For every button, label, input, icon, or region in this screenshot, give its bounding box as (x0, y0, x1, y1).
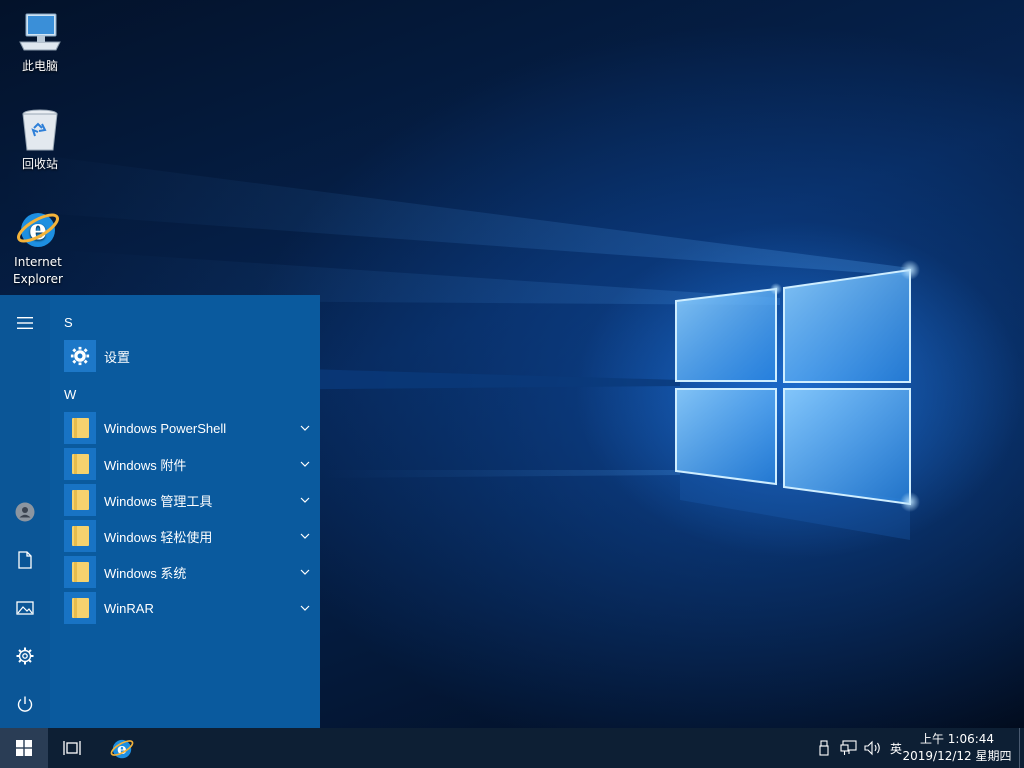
app-item-windows-admin-tools[interactable]: Windows 管理工具 (64, 483, 314, 517)
folder-icon (71, 454, 89, 474)
folder-icon (71, 490, 89, 510)
taskbar-clock[interactable]: 上午 1:06:44 2019/12/12 星期四 (902, 731, 1012, 765)
folder-tile (64, 556, 96, 588)
volume-icon (864, 740, 880, 756)
app-item-settings[interactable]: 设置 (64, 339, 314, 373)
start-menu: S 设置 W Windows PowerShell Windows 附件 Win… (0, 295, 320, 728)
settings-gear-icon (70, 346, 90, 366)
app-item-label: Windows PowerShell (104, 420, 227, 436)
ime-label: 英 (889, 741, 902, 756)
group-header-s[interactable]: S (64, 315, 73, 330)
chevron-down-icon[interactable] (298, 529, 312, 543)
user-avatar-icon (15, 502, 35, 522)
pictures-icon (16, 601, 34, 615)
user-account-button[interactable] (0, 488, 50, 536)
folder-icon (71, 418, 89, 438)
taskbar-pinned-internet-explorer[interactable]: e (98, 728, 146, 768)
app-item-label: 设置 (104, 349, 131, 365)
folder-tile (64, 520, 96, 552)
computer-icon (16, 8, 64, 56)
chevron-down-icon[interactable] (298, 493, 312, 507)
task-view-icon (63, 741, 81, 755)
app-item-label: WinRAR (104, 600, 154, 616)
desktop-icon-this-pc[interactable]: 此电脑 (2, 8, 78, 75)
power-button[interactable] (0, 680, 50, 728)
settings-button[interactable] (0, 632, 50, 680)
chevron-down-icon[interactable] (298, 601, 312, 615)
tray-volume-button[interactable] (862, 728, 884, 768)
group-header-w[interactable]: W (64, 387, 76, 402)
desktop-icon-label: 此电脑 (21, 59, 58, 73)
app-item-windows-system[interactable]: Windows 系统 (64, 555, 314, 589)
app-item-label: Windows 轻松使用 (104, 529, 213, 545)
clock-date: 2019/12/12 星期四 (902, 749, 1012, 763)
folder-icon (71, 562, 89, 582)
settings-tile (64, 340, 96, 372)
internet-explorer-icon: e (110, 739, 134, 759)
usb-drive-icon (819, 740, 829, 756)
folder-tile (64, 484, 96, 516)
folder-icon (71, 598, 89, 618)
desktop-icon-label: Internet Explorer (13, 255, 63, 286)
tray-network-button[interactable] (838, 728, 860, 768)
chevron-down-icon[interactable] (298, 421, 312, 435)
network-icon (840, 740, 857, 755)
app-item-label: Windows 系统 (104, 565, 187, 581)
show-desktop-button[interactable] (1019, 728, 1024, 768)
folder-icon (71, 526, 89, 546)
app-item-windows-powershell[interactable]: Windows PowerShell (64, 411, 314, 445)
app-item-label: Windows 附件 (104, 457, 187, 473)
chevron-down-icon[interactable] (298, 565, 312, 579)
app-item-windows-ease-of-access[interactable]: Windows 轻松使用 (64, 519, 314, 553)
recycle-bin-icon (16, 106, 64, 154)
folder-tile (64, 412, 96, 444)
start-app-list: S 设置 W Windows PowerShell Windows 附件 Win… (50, 295, 320, 728)
internet-explorer-icon: e (14, 204, 62, 252)
folder-tile (64, 592, 96, 624)
taskbar: e 英 上午 1:06:44 2019/12/12 星期四 (0, 728, 1024, 768)
hamburger-menu-icon (17, 317, 33, 329)
desktop-icon-recycle-bin[interactable]: 回收站 (2, 106, 78, 173)
tray-usb-button[interactable] (814, 728, 834, 768)
desktop-icon-label: 回收站 (21, 157, 58, 171)
settings-gear-icon (16, 647, 34, 665)
documents-icon (18, 551, 32, 569)
clock-time: 上午 1:06:44 (919, 732, 995, 746)
chevron-down-icon[interactable] (298, 457, 312, 471)
start-menu-rail (0, 295, 50, 728)
app-item-winrar[interactable]: WinRAR (64, 591, 314, 625)
folder-tile (64, 448, 96, 480)
app-item-windows-accessories[interactable]: Windows 附件 (64, 447, 314, 481)
expand-menu-button[interactable] (0, 299, 50, 347)
pictures-button[interactable] (0, 584, 50, 632)
start-button[interactable] (0, 728, 48, 768)
desktop-icon-internet-explorer[interactable]: e Internet Explorer (0, 204, 76, 288)
task-view-button[interactable] (48, 728, 96, 768)
windows-logo-icon (16, 740, 32, 756)
documents-button[interactable] (0, 536, 50, 584)
app-item-label: Windows 管理工具 (104, 493, 213, 509)
power-icon (17, 696, 33, 712)
